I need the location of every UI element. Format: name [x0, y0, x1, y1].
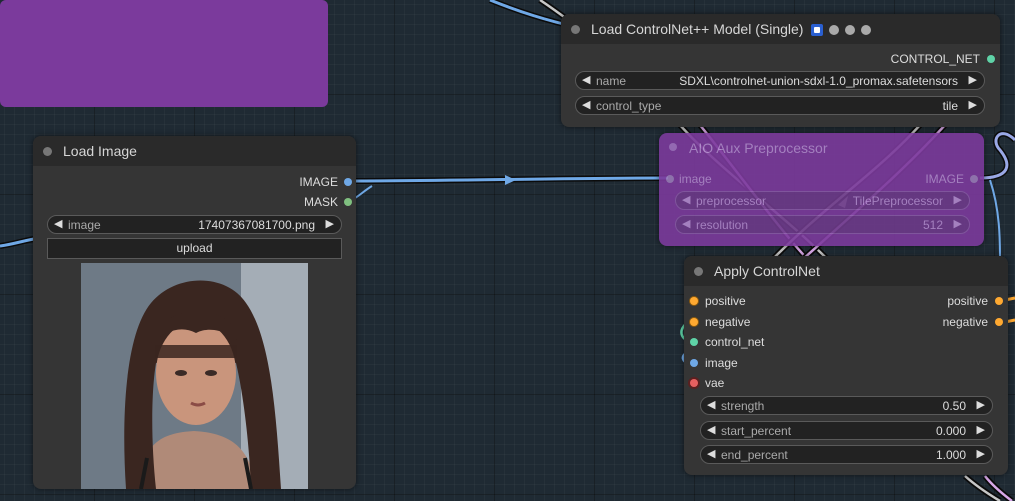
apply-controlnet-title: Apply ControlNet [714, 263, 820, 279]
control-net-input-label: control_net [705, 335, 765, 349]
aux-image-input-label: image [679, 172, 712, 186]
vae-input-socket[interactable] [690, 379, 698, 387]
load-controlnet-title: Load ControlNet++ Model (Single) [591, 21, 872, 37]
control-net-output-label: CONTROL_NET [890, 52, 980, 66]
load-controlnet-title-text: Load ControlNet++ Model (Single) [591, 21, 804, 37]
aux-preprocessor-combo[interactable]: ◀ preprocessor TilePreprocessor ▶ [675, 191, 970, 210]
positive-input-label: positive [705, 294, 746, 308]
node-collapse-dot[interactable] [571, 25, 580, 34]
control-net-input-socket[interactable] [690, 338, 698, 346]
image-input-label: image [705, 356, 738, 370]
control-type-value: tile [942, 99, 958, 113]
aux-image-output-label: IMAGE [925, 172, 964, 186]
portrait-photo [81, 263, 308, 489]
controlnet-name-label: name [596, 74, 627, 88]
negative-output-socket[interactable] [995, 318, 1003, 326]
aux-preprocessor-label: preprocessor [696, 194, 767, 208]
image-output-socket[interactable] [344, 178, 352, 186]
positive-output-socket[interactable] [995, 297, 1003, 305]
aux-preprocessor-value: TilePreprocessor [852, 194, 943, 208]
controlnet-name-combo[interactable]: ◀ name SDXL\controlnet-union-sdxl-1.0_pr… [575, 71, 985, 90]
control-type-label: control_type [596, 99, 662, 113]
c-badge-icon [845, 25, 856, 36]
increment-arrow-icon[interactable]: ▶ [977, 447, 985, 460]
puzzle-badge-icon [811, 24, 824, 37]
start-percent-number[interactable]: ◀ start_percent 0.000 ▶ [700, 421, 993, 440]
n-badge-icon [861, 25, 872, 36]
image-file-combo[interactable]: ◀ image 17407367081700.png ▶ [47, 215, 342, 234]
end-percent-number[interactable]: ◀ end_percent 1.000 ▶ [700, 445, 993, 464]
positive-output-label: positive [947, 294, 988, 308]
prev-arrow-icon[interactable]: ◀ [582, 98, 590, 111]
image-output-label: IMAGE [299, 175, 338, 189]
negative-output-label: negative [942, 315, 988, 329]
strength-label: strength [721, 399, 765, 413]
image-file-value: 17407367081700.png [198, 218, 315, 232]
aux-resolution-value: 512 [922, 218, 943, 232]
load-image-title: Load Image [63, 143, 137, 159]
control-type-combo[interactable]: ◀ control_type tile ▶ [575, 96, 985, 115]
negative-input-label: negative [705, 315, 751, 329]
mask-output-label: MASK [303, 195, 338, 209]
end-percent-label: end_percent [721, 448, 788, 462]
decrement-arrow-icon[interactable]: ◀ [707, 447, 715, 460]
increment-arrow-icon[interactable]: ▶ [977, 398, 985, 411]
end-percent-value: 1.000 [935, 448, 966, 462]
negative-input-socket[interactable] [690, 318, 698, 326]
image-input-socket[interactable] [690, 359, 698, 367]
node-collapse-dot[interactable] [694, 267, 703, 276]
controlnet-name-value: SDXL\controlnet-union-sdxl-1.0_promax.sa… [679, 74, 958, 88]
strength-number[interactable]: ◀ strength 0.50 ▶ [700, 396, 993, 415]
increment-arrow-icon[interactable]: ▶ [977, 423, 985, 436]
mask-output-socket[interactable] [344, 198, 352, 206]
apply-controlnet-node[interactable]: Apply ControlNet positive negative contr… [684, 256, 1008, 475]
purple-group-top-left[interactable] [0, 0, 328, 107]
positive-input-socket[interactable] [690, 297, 698, 305]
aux-preprocessor-node[interactable]: AIO Aux Preprocessor image IMAGE ◀ prepr… [659, 133, 984, 246]
aux-image-input-socket[interactable] [666, 175, 674, 183]
node-collapse-dot[interactable] [669, 143, 677, 151]
load-controlnet-header[interactable]: Load ControlNet++ Model (Single) [561, 14, 1000, 44]
decrement-arrow-icon[interactable]: ◀ [707, 423, 715, 436]
aux-resolution-label: resolution [696, 218, 749, 232]
apply-controlnet-header[interactable]: Apply ControlNet [684, 256, 1008, 286]
image-preview [81, 263, 308, 489]
next-arrow-icon[interactable]: ▶ [326, 217, 334, 230]
upload-button[interactable]: upload [47, 238, 342, 259]
prev-arrow-icon[interactable]: ◀ [582, 73, 590, 86]
load-controlnet-node[interactable]: Load ControlNet++ Model (Single) CONTROL… [561, 14, 1000, 127]
start-percent-label: start_percent [721, 424, 792, 438]
decrement-arrow-icon[interactable]: ◀ [707, 398, 715, 411]
next-arrow-icon[interactable]: ▶ [969, 73, 977, 86]
control-net-output-socket[interactable] [987, 55, 995, 63]
prev-arrow-icon[interactable]: ◀ [54, 217, 62, 230]
start-percent-value: 0.000 [935, 424, 966, 438]
aux-preprocessor-header[interactable]: AIO Aux Preprocessor [659, 133, 984, 161]
a-badge-icon [829, 25, 840, 36]
node-collapse-dot[interactable] [43, 147, 52, 156]
aux-image-output-socket[interactable] [970, 175, 978, 183]
load-image-node[interactable]: Load Image IMAGE MASK ◀ image 1740736708… [33, 136, 356, 489]
strength-value: 0.50 [942, 399, 966, 413]
vae-input-label: vae [705, 376, 725, 390]
load-image-header[interactable]: Load Image [33, 136, 356, 166]
aux-resolution-number[interactable]: ◀ resolution 512 ▶ [675, 215, 970, 234]
aux-preprocessor-title: AIO Aux Preprocessor [689, 140, 828, 156]
image-file-label: image [68, 218, 101, 232]
next-arrow-icon[interactable]: ▶ [969, 98, 977, 111]
